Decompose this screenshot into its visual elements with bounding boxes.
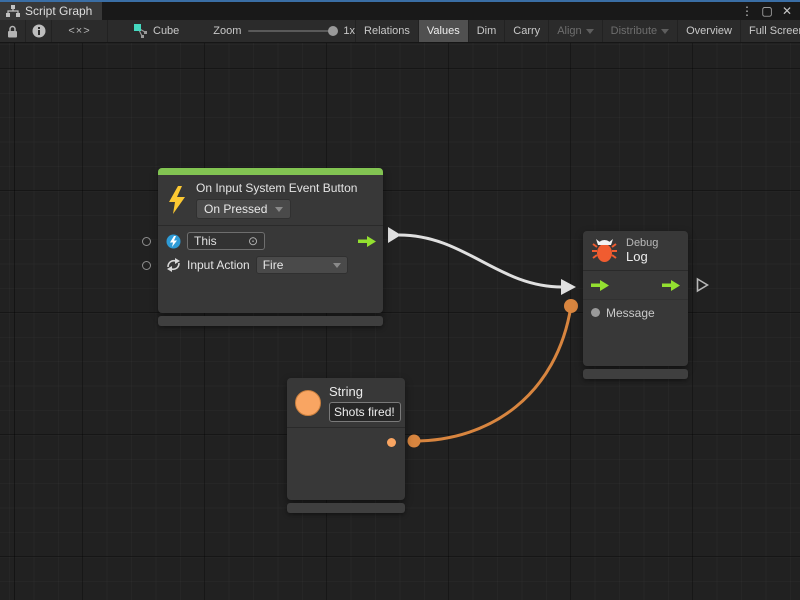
node-debug-log[interactable]: Debug Log: [583, 231, 688, 366]
toolbar: <×> Cube Zoom 1x Relations: [0, 20, 800, 43]
this-field-label: This: [194, 234, 217, 248]
string-output-row: [287, 428, 405, 457]
debug-node-title: Log: [626, 249, 658, 264]
graph-hierarchy-icon: [6, 5, 20, 18]
string-node-title: String: [329, 384, 401, 399]
debug-node-footer: [583, 369, 688, 379]
chevron-down-icon: [661, 29, 669, 34]
input-action-icon: [166, 258, 181, 272]
toolbar-right-group: Relations Values Dim Carry Align Distrib…: [355, 20, 800, 42]
window-controls: ⋮ ▢ ✕: [738, 2, 800, 20]
chevron-down-icon: [333, 263, 341, 268]
input-action-value: Fire: [263, 258, 284, 272]
debug-message-row: Message: [583, 300, 688, 325]
string-node-footer: [287, 503, 405, 513]
script-graph-window: Script Graph ⋮ ▢ ✕: [0, 0, 800, 600]
tab-script-graph[interactable]: Script Graph: [0, 2, 102, 20]
distribute-label: Distribute: [611, 25, 657, 37]
flow-output-port[interactable]: [358, 235, 376, 248]
info-button[interactable]: [26, 20, 52, 42]
fullscreen-button[interactable]: Full Screen: [740, 20, 800, 42]
relations-button[interactable]: Relations: [355, 20, 418, 42]
code-preview-button[interactable]: <×>: [52, 20, 108, 42]
zoom-control: Zoom 1x: [213, 20, 355, 42]
overview-button[interactable]: Overview: [677, 20, 740, 42]
unconnected-flow-triangle[interactable]: [696, 278, 709, 293]
align-dropdown-button[interactable]: Align: [548, 20, 601, 42]
string-value-input[interactable]: [329, 402, 401, 422]
flow-output-port[interactable]: [662, 279, 680, 292]
maximize-button[interactable]: ▢: [758, 3, 776, 19]
value-wire-start-dot: [408, 435, 421, 448]
code-icon: <×>: [68, 25, 90, 37]
event-node-footer: [158, 316, 383, 326]
zoom-value: 1x: [343, 25, 355, 37]
this-object-field[interactable]: This ⊙: [187, 232, 265, 250]
zoom-slider-thumb[interactable]: [328, 26, 338, 36]
tab-title: Script Graph: [25, 4, 92, 18]
graph-target[interactable]: Cube: [126, 20, 187, 42]
flow-wire-event-to-log[interactable]: [399, 235, 562, 287]
titlebar: Script Graph ⋮ ▢ ✕: [0, 0, 800, 20]
dim-label: Dim: [477, 25, 497, 37]
overview-label: Overview: [686, 25, 732, 37]
string-output-port[interactable]: [387, 438, 396, 447]
values-button[interactable]: Values: [418, 20, 468, 42]
input-action-label: Input Action: [187, 258, 250, 272]
string-type-icon: [295, 390, 321, 416]
node-string-literal[interactable]: String: [287, 378, 405, 500]
carry-button[interactable]: Carry: [504, 20, 548, 42]
gameobject-bolt-icon: [166, 234, 181, 249]
event-node-title: On Input System Event Button: [196, 181, 357, 195]
this-input-port[interactable]: [142, 237, 151, 246]
titlebar-spacer: [102, 2, 738, 20]
message-label: Message: [606, 306, 655, 320]
chevron-down-icon: [275, 207, 283, 212]
align-label: Align: [557, 25, 581, 37]
value-wire-string-to-message[interactable]: [414, 306, 571, 441]
info-icon: [32, 24, 46, 38]
relations-label: Relations: [364, 25, 410, 37]
chevron-down-icon: [586, 29, 594, 34]
flow-wire-start-triangle: [388, 227, 401, 243]
object-picker-icon[interactable]: ⊙: [248, 234, 258, 248]
input-action-dropdown[interactable]: Fire: [256, 256, 348, 274]
event-accent-bar: [158, 168, 383, 175]
debug-flow-row: [583, 271, 688, 300]
flow-input-port[interactable]: [591, 279, 609, 292]
zoom-label: Zoom: [213, 25, 241, 37]
debug-category-label: Debug: [626, 237, 658, 249]
event-mode-dropdown[interactable]: On Pressed: [196, 199, 291, 219]
values-label: Values: [427, 25, 460, 37]
event-mode-label: On Pressed: [204, 202, 267, 216]
graph-network-icon: [134, 24, 148, 38]
message-input-port[interactable]: [591, 308, 600, 317]
window-menu-button[interactable]: ⋮: [738, 3, 756, 19]
event-action-row: Input Action Fire: [158, 253, 383, 277]
close-button[interactable]: ✕: [778, 3, 796, 19]
node-on-input-system-event-button[interactable]: On Input System Event Button On Pressed: [158, 168, 383, 313]
event-this-row: This ⊙: [158, 229, 383, 253]
zoom-slider[interactable]: [248, 30, 336, 32]
dim-button[interactable]: Dim: [468, 20, 505, 42]
flow-wire-arrowhead: [561, 279, 576, 295]
distribute-dropdown-button[interactable]: Distribute: [602, 20, 677, 42]
carry-label: Carry: [513, 25, 540, 37]
lock-button[interactable]: [0, 20, 26, 42]
input-action-port[interactable]: [142, 261, 151, 270]
lightning-bolt-icon: [166, 185, 188, 215]
lock-icon: [7, 25, 18, 38]
graph-name-label: Cube: [153, 25, 179, 37]
graph-canvas[interactable]: On Input System Event Button On Pressed: [0, 43, 800, 600]
fullscreen-label: Full Screen: [749, 25, 800, 37]
value-wire-end-dot: [564, 299, 578, 313]
bug-icon: [591, 237, 618, 265]
